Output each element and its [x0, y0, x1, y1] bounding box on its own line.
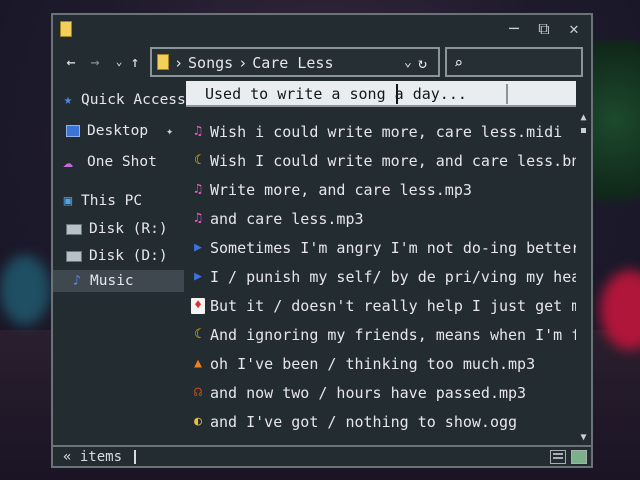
list-item[interactable]: ☾ And ignoring my friends, means when I'…	[186, 323, 576, 347]
breadcrumb-songs[interactable]: Songs	[188, 54, 233, 72]
navigation-toolbar: ← → ⌄ ↑ › Songs › Care Less ⌄ ↻ ⌕	[53, 45, 591, 79]
pin-icon: ✦	[166, 124, 174, 138]
ogg-file-icon: ◐	[194, 414, 202, 429]
media-file-icon: ▶	[194, 240, 202, 255]
file-name: I / punish my self/ by de pri/ving my he…	[210, 268, 576, 286]
window-controls: ─ ⧉ ✕	[505, 19, 583, 39]
audio-file-icon: ♫	[194, 211, 202, 226]
vlc-cone-icon: ▲	[194, 356, 202, 371]
headphones-icon: ☊	[194, 385, 202, 400]
file-list: ♫ Wish i could write more, care less.mid…	[186, 81, 576, 445]
list-item[interactable]: ♫ Wish i could write more, care less.mid…	[186, 120, 576, 144]
title-bar[interactable]: ─ ⧉ ✕	[53, 15, 591, 45]
sidebar-item-label: Disk (D:)	[89, 248, 168, 264]
item-count: « items	[63, 449, 123, 465]
sidebar-item-label: Disk (R:)	[89, 221, 168, 237]
breadcrumb-care-less[interactable]: Care Less	[252, 54, 333, 72]
file-name: oh I've been / thinking too much.mp3	[210, 355, 536, 373]
scroll-up-arrow-icon[interactable]: ▲	[576, 111, 591, 125]
file-name: Wish I could write more, and care less.b…	[210, 152, 576, 170]
list-item[interactable]: ◐ and I've got / nothing to show.ogg	[186, 410, 576, 434]
sidebar-item-label: Desktop	[87, 123, 149, 139]
file-name: But it / doesn't really help I just get …	[210, 297, 576, 315]
scroll-down-arrow-icon[interactable]: ▼	[576, 431, 591, 445]
desktop-icon	[66, 125, 80, 137]
computer-icon: ▣	[63, 193, 73, 209]
address-history-chevron-icon[interactable]: ⌄	[404, 53, 412, 73]
list-item[interactable]: ♦ But it / doesn't really help I just ge…	[186, 294, 576, 318]
breadcrumb-separator: ›	[174, 54, 184, 72]
scroll-thumb[interactable]	[581, 128, 586, 133]
cloud-icon: ☁	[62, 152, 74, 172]
status-separator	[134, 450, 136, 464]
sidebar-item-one-shot[interactable]: ☁ One Shot	[53, 151, 184, 173]
list-item[interactable]: ▶ I / punish my self/ by de pri/ving my …	[186, 265, 576, 289]
file-name: Wish i could write more, care less.midi	[210, 123, 563, 141]
file-name: Sometimes I'm angry I'm not do-ing bette…	[210, 239, 576, 257]
details-view-icon[interactable]	[550, 450, 566, 464]
sidebar-item-label: Music	[90, 273, 134, 289]
list-item[interactable]: ▶ Sometimes I'm angry I'm not do-ing bet…	[186, 236, 576, 260]
list-item[interactable]: ▲ oh I've been / thinking too much.mp3	[186, 352, 576, 376]
list-item[interactable]: ☊ and now two / hours have passed.mp3	[186, 381, 576, 405]
disk-icon	[66, 224, 82, 235]
midi-file-icon: ♫	[194, 124, 202, 139]
list-item[interactable]: ♫ Write more, and care less.mp3	[186, 178, 576, 202]
search-input[interactable]: ⌕	[445, 47, 583, 77]
music-note-icon: ♪	[72, 273, 82, 289]
sidebar-item-this-pc[interactable]: ▣ This PC	[53, 190, 184, 212]
sidebar-item-disk-r[interactable]: Disk (R:)	[53, 218, 184, 240]
folder-icon	[157, 54, 169, 70]
text-cursor	[396, 84, 398, 104]
file-name: and I've got / nothing to show.ogg	[210, 413, 518, 431]
close-button[interactable]: ✕	[565, 19, 583, 39]
banana-file-icon: ☾	[194, 153, 202, 168]
sidebar-item-label: This PC	[81, 193, 143, 209]
large-icons-view-icon[interactable]	[571, 450, 587, 464]
recent-locations-button[interactable]: ⌄	[111, 53, 127, 71]
vertical-scrollbar[interactable]: ▲ ▼	[576, 111, 591, 445]
star-icon: ★	[63, 92, 73, 108]
rename-tooltip[interactable]: Used to write a song a day...	[186, 81, 576, 107]
back-button[interactable]: ←	[63, 53, 79, 71]
sidebar-item-disk-d[interactable]: Disk (D:)	[53, 245, 184, 267]
file-name: And ignoring my friends, means when I'm …	[210, 326, 576, 344]
restore-button[interactable]: ⧉	[535, 19, 553, 39]
list-item[interactable]: ☾ Wish I could write more, and care less…	[186, 149, 576, 173]
file-name: Write more, and care less.mp3	[210, 181, 472, 199]
sidebar-item-label: One Shot	[87, 154, 157, 170]
folder-icon	[60, 21, 72, 37]
status-bar: « items	[53, 445, 591, 466]
background-sofa	[0, 255, 50, 325]
background-plant	[590, 40, 640, 240]
sidebar-item-quick-access[interactable]: ★ Quick Access	[53, 89, 186, 111]
audio-file-icon: ♫	[194, 182, 202, 197]
tooltip-divider	[506, 84, 508, 104]
media-file-icon: ▶	[194, 269, 202, 284]
address-bar[interactable]: › Songs › Care Less ⌄ ↻	[150, 47, 440, 77]
forward-button[interactable]: →	[87, 53, 103, 71]
minimize-button[interactable]: ─	[505, 19, 523, 39]
sidebar-item-label: Quick Access	[81, 92, 186, 108]
card-file-icon: ♦	[191, 298, 205, 314]
refresh-icon[interactable]: ↻	[418, 53, 427, 73]
breadcrumb-separator: ›	[238, 54, 248, 72]
navigation-pane: ★ Quick Access Desktop ✦ ☁ One Shot ▣ Th…	[53, 81, 186, 445]
tooltip-text: Used to write a song a day...	[205, 85, 467, 103]
search-icon: ⌕	[454, 54, 464, 72]
breadcrumb: › Songs › Care Less	[174, 53, 339, 73]
sidebar-item-desktop[interactable]: Desktop ✦	[53, 120, 184, 142]
disk-icon	[66, 251, 82, 262]
up-button[interactable]: ↑	[127, 53, 143, 71]
file-name: and care less.mp3	[210, 210, 364, 228]
file-explorer-window: ─ ⧉ ✕ ← → ⌄ ↑ › Songs › Care Less ⌄ ↻ ⌕ ★ Q…	[51, 13, 593, 468]
sidebar-item-music[interactable]: ♪ Music	[53, 270, 184, 292]
banana-file-icon: ☾	[194, 327, 202, 342]
list-item[interactable]: ♫ and care less.mp3	[186, 207, 576, 231]
file-name: and now two / hours have passed.mp3	[210, 384, 527, 402]
